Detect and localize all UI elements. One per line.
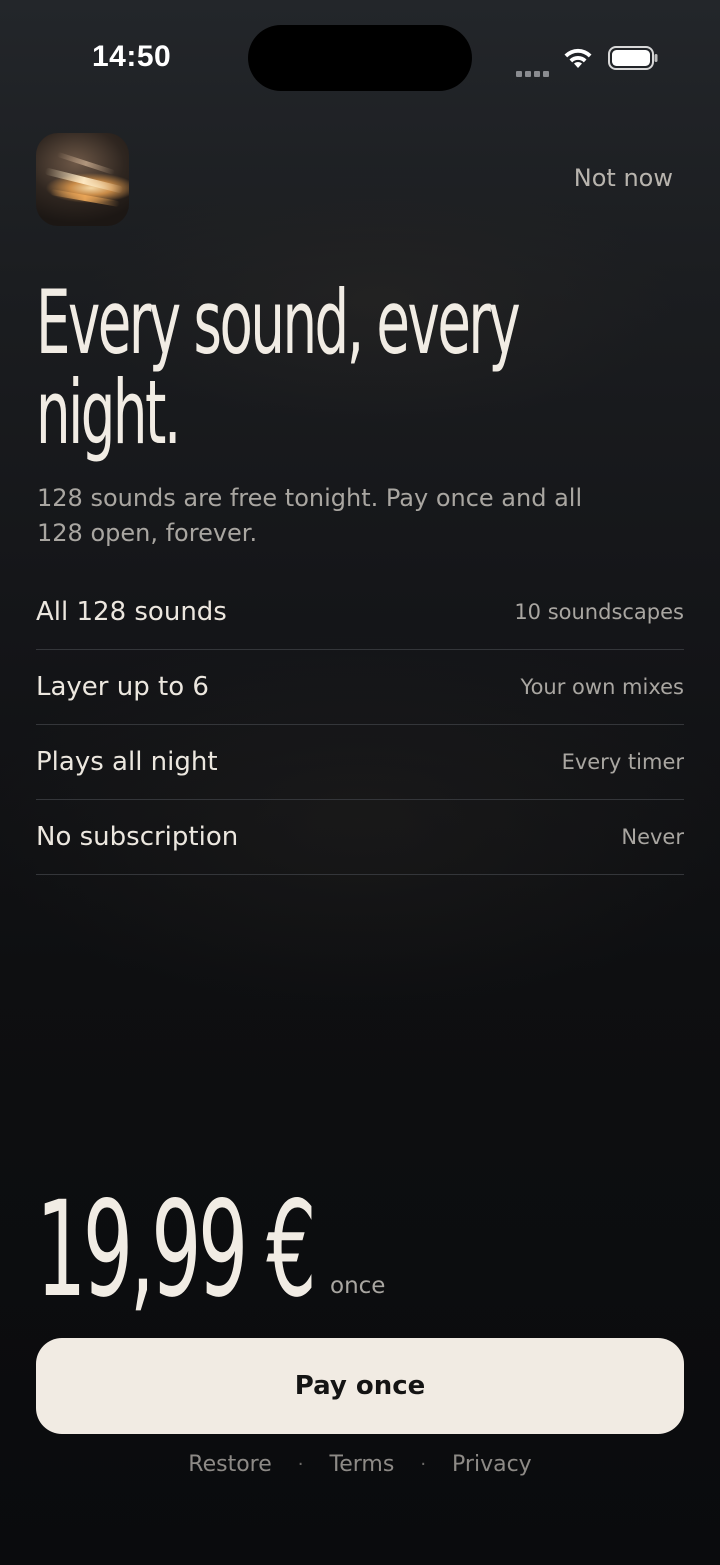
footer-links: Restore · Terms · Privacy (0, 1452, 720, 1477)
price-block: 19,99 € once (36, 1180, 536, 1320)
privacy-link[interactable]: Privacy (452, 1452, 532, 1477)
feature-row: All 128 sounds 10 soundscapes (36, 575, 684, 650)
feature-detail: 10 soundscapes (514, 600, 684, 624)
feature-title: No subscription (36, 822, 239, 852)
dynamic-island (248, 25, 472, 91)
paywall-screen: 14:50 Not now Every sound, every night. … (0, 0, 720, 1565)
feature-detail: Your own mixes (520, 675, 684, 699)
feature-list: All 128 sounds 10 soundscapes Layer up t… (36, 575, 684, 875)
not-now-button[interactable]: Not now (574, 164, 673, 192)
status-time: 14:50 (92, 40, 172, 73)
terms-link[interactable]: Terms (330, 1452, 395, 1477)
feature-title: Plays all night (36, 747, 218, 777)
footer-separator: · (297, 1454, 304, 1475)
paywall-headline: Every sound, every night. (36, 271, 521, 464)
paywall-subhead: 128 sounds are free tonight. Pay once an… (37, 484, 583, 547)
feature-row: No subscription Never (36, 800, 684, 875)
battery-icon (608, 46, 658, 70)
cellular-signal-icon (516, 62, 552, 77)
feature-row: Plays all night Every timer (36, 725, 684, 800)
app-artwork-icon (36, 133, 129, 226)
price-amount: 19,99 € (36, 1173, 317, 1327)
footer-separator: · (420, 1454, 427, 1475)
pay-once-button[interactable]: Pay once (36, 1338, 684, 1434)
feature-title: Layer up to 6 (36, 672, 209, 702)
price-suffix: once (330, 1273, 386, 1299)
feature-row: Layer up to 6 Your own mixes (36, 650, 684, 725)
wifi-icon (564, 48, 592, 68)
feature-title: All 128 sounds (36, 597, 227, 627)
restore-link[interactable]: Restore (188, 1452, 271, 1477)
feature-detail: Every timer (561, 750, 684, 774)
feature-detail: Never (621, 825, 684, 849)
